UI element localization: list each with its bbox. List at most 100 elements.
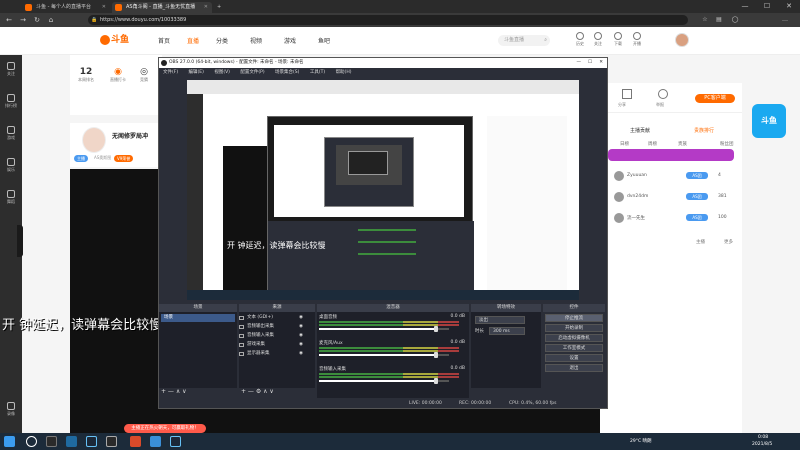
home-icon[interactable]: ⌂ bbox=[46, 15, 56, 25]
clock-date[interactable]: 2021/8/5 bbox=[752, 442, 772, 447]
anchor-name[interactable]: 无闻修罗局冲 bbox=[112, 131, 148, 140]
source-item[interactable]: 文本 (GDI+) ◉ bbox=[239, 314, 303, 322]
tab-week[interactable]: 周榜 bbox=[648, 141, 657, 147]
edge-icon[interactable] bbox=[66, 436, 77, 447]
sidebar-item-entertain[interactable]: 娱乐 bbox=[0, 155, 22, 179]
share-icon[interactable] bbox=[622, 89, 632, 99]
contrib-anchor-link[interactable]: 主播 bbox=[696, 239, 705, 245]
url-field[interactable]: 🔒 https://www.douyu.com/10033389 bbox=[88, 15, 688, 25]
rank-row[interactable]: Zyuuuan AS团 4 bbox=[606, 170, 736, 182]
scene-item[interactable]: 场景 bbox=[161, 314, 235, 322]
steam-icon[interactable] bbox=[86, 436, 97, 447]
site-search-input[interactable]: 斗鱼直播 ⌕ bbox=[498, 35, 550, 46]
source-item[interactable]: 显示器采集 ◉ bbox=[239, 350, 303, 358]
menu-edit[interactable]: 编辑(E) bbox=[189, 70, 204, 75]
maximize-button[interactable]: ☐ bbox=[756, 0, 778, 13]
transition-select[interactable]: 淡出 bbox=[475, 316, 525, 324]
follow-button[interactable]: 关注 bbox=[591, 32, 605, 50]
source-add-button[interactable]: + — ⚙ ∧ ∨ bbox=[241, 388, 274, 395]
anchor-avatar[interactable] bbox=[82, 127, 106, 153]
gift-toast[interactable]: 主播正在热火朝天，可赢取礼物！ bbox=[124, 424, 206, 433]
noble-rank-link[interactable]: 贵族排行 bbox=[694, 127, 714, 134]
pc-client-button[interactable]: PC客户端 bbox=[695, 94, 735, 103]
steam-icon[interactable] bbox=[170, 436, 181, 447]
forward-icon[interactable]: → bbox=[18, 15, 28, 25]
clock-time[interactable]: 0:08 bbox=[758, 435, 768, 440]
volume-slider[interactable] bbox=[319, 378, 449, 384]
contrib-more-link[interactable]: 更多 bbox=[724, 239, 733, 245]
browser-tab-1[interactable]: 斗鱼 - 每个人的直播平台 ✕ bbox=[22, 2, 110, 13]
obs-minimize-button[interactable]: — bbox=[577, 58, 582, 68]
rank-row[interactable]: dvn24dm AS团 381 bbox=[606, 191, 736, 203]
studio-mode-button[interactable]: 工作室模式 bbox=[545, 344, 603, 352]
task-view-icon[interactable] bbox=[46, 436, 57, 447]
search-icon[interactable]: ⌕ bbox=[544, 35, 547, 46]
sidebar-item-dance[interactable]: 舞蹈 bbox=[0, 187, 22, 211]
volume-slider[interactable] bbox=[319, 352, 449, 358]
rank-row[interactable]: 流一先生 AS团 100 bbox=[606, 212, 736, 224]
new-tab-button[interactable]: + bbox=[214, 2, 226, 13]
profile-icon[interactable]: ◯ bbox=[730, 15, 740, 25]
nav-yuba[interactable]: 鱼吧 bbox=[318, 36, 330, 45]
download-button[interactable]: 下载 bbox=[611, 32, 625, 50]
report-icon[interactable] bbox=[658, 89, 668, 99]
source-item[interactable]: 游戏采集 ◉ bbox=[239, 341, 303, 349]
browser-tab-2[interactable]: AS角斗阁 - 直播_斗鱼无忧直播 ✕ bbox=[112, 2, 212, 13]
sidebar-item-record[interactable]: 录像 bbox=[0, 399, 22, 423]
reload-icon[interactable]: ↻ bbox=[32, 15, 42, 25]
rank-banner[interactable] bbox=[608, 149, 734, 161]
obs-close-button[interactable]: ✕ bbox=[599, 58, 603, 68]
menu-tools[interactable]: 工具(T) bbox=[310, 70, 325, 75]
obs-taskbar-icon[interactable] bbox=[106, 436, 117, 447]
tab-noble[interactable]: 贵族 bbox=[678, 141, 687, 147]
close-tab-icon[interactable]: ✕ bbox=[102, 2, 106, 13]
minimize-button[interactable]: — bbox=[734, 0, 756, 13]
favorites-icon[interactable]: ☆ bbox=[700, 15, 710, 25]
sidebar-item-game[interactable]: 游戏 bbox=[0, 123, 22, 147]
menu-file[interactable]: 文件(F) bbox=[163, 70, 178, 75]
douyu-logo[interactable]: 斗鱼 bbox=[100, 33, 132, 47]
obs-maximize-button[interactable]: ☐ bbox=[588, 58, 592, 68]
nav-home[interactable]: 首页 bbox=[158, 36, 170, 45]
source-item[interactable]: 音频输入采集 ◉ bbox=[239, 332, 303, 340]
more-icon[interactable]: … bbox=[780, 15, 790, 25]
history-button[interactable]: 历史 bbox=[573, 32, 587, 50]
publish-button[interactable]: 开播 bbox=[630, 32, 644, 50]
start-record-button[interactable]: 开始录制 bbox=[545, 324, 603, 332]
tab-fans[interactable]: 粉丝团 bbox=[720, 141, 734, 147]
exit-button[interactable]: 退出 bbox=[545, 364, 603, 372]
menu-scene-collection[interactable]: 场景集合(S) bbox=[275, 70, 299, 75]
stat-checkin[interactable]: ◉ 直播打卡 bbox=[110, 67, 126, 83]
virtual-camera-button[interactable]: 启动虚拟摄像机 bbox=[545, 334, 603, 342]
obs-preview[interactable]: 开 钟延迟，读弹幕会比较慢 bbox=[187, 80, 579, 300]
menu-help[interactable]: 帮助(H) bbox=[336, 70, 352, 75]
sidebar-item-follow[interactable]: 关注 bbox=[0, 59, 22, 83]
nav-category[interactable]: 分类 bbox=[216, 36, 228, 45]
scene-add-button[interactable]: + — ∧ ∨ bbox=[161, 388, 187, 395]
back-icon[interactable]: ← bbox=[4, 15, 14, 25]
stat-guess[interactable]: ◎ 竞猜 bbox=[140, 67, 148, 83]
nav-live[interactable]: 直播 bbox=[187, 36, 199, 45]
close-tab-icon[interactable]: ✕ bbox=[204, 2, 208, 13]
weather-widget[interactable]: 29°C 晴朗 bbox=[630, 438, 652, 444]
user-avatar[interactable] bbox=[675, 33, 689, 47]
nav-game[interactable]: 游戏 bbox=[284, 36, 296, 45]
side-promo-badge[interactable]: 斗鱼 bbox=[752, 104, 786, 138]
settings-button[interactable]: 设置 bbox=[545, 354, 603, 362]
stop-stream-button[interactable]: 停止推流 bbox=[545, 314, 603, 322]
duration-input[interactable]: 300 ms bbox=[489, 327, 525, 335]
volume-slider[interactable] bbox=[319, 326, 449, 332]
menu-profile[interactable]: 配置文件(P) bbox=[240, 70, 264, 75]
collections-icon[interactable]: ▤ bbox=[714, 15, 724, 25]
search-icon[interactable] bbox=[26, 436, 37, 447]
close-window-button[interactable]: ✕ bbox=[778, 0, 800, 13]
sidebar-item-rank[interactable]: 排行榜 bbox=[0, 91, 22, 115]
menu-view[interactable]: 视图(V) bbox=[214, 70, 230, 75]
app-icon[interactable] bbox=[130, 436, 141, 447]
sidebar-collapse-handle[interactable] bbox=[17, 225, 23, 257]
start-icon[interactable] bbox=[4, 436, 15, 447]
app-icon[interactable] bbox=[150, 436, 161, 447]
source-item[interactable]: 音频输出采集 ◉ bbox=[239, 323, 303, 331]
nav-video[interactable]: 视频 bbox=[250, 36, 262, 45]
tab-day[interactable]: 日榜 bbox=[620, 141, 629, 147]
